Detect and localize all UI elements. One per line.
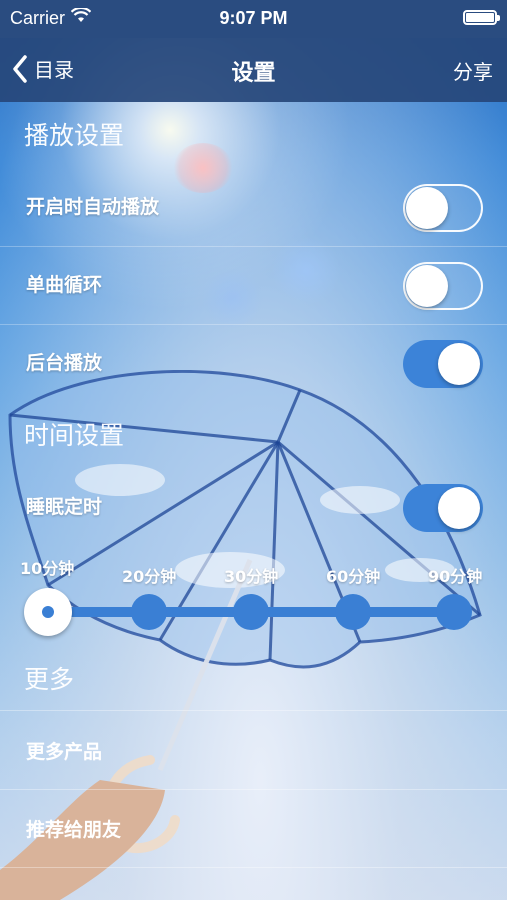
timer-option-labels: 10分钟 20分钟 30分钟 60分钟 90分钟 (0, 555, 507, 586)
setting-row-background-play: 后台播放 (0, 324, 507, 402)
repeat-one-toggle[interactable] (403, 262, 483, 310)
page-title: 设置 (231, 61, 276, 86)
timer-option-label: 20分钟 (122, 567, 177, 586)
setting-label: 开启时自动播放 (26, 196, 160, 218)
share-button[interactable]: 分享 (453, 56, 493, 85)
setting-row-autoplay: 开启时自动播放 (0, 168, 507, 247)
status-bar: Carrier 9:07 PM (0, 0, 507, 38)
setting-label: 睡眠定时 (26, 496, 103, 518)
recommend-to-friends-item[interactable]: 推荐给朋友 (0, 789, 507, 868)
toggle-knob (406, 187, 448, 229)
battery-icon (463, 10, 500, 25)
sleep-timer-slider[interactable] (24, 588, 474, 636)
list-item-label: 推荐给朋友 (26, 819, 122, 841)
toggle-knob (406, 265, 448, 307)
autoplay-toggle[interactable] (403, 184, 483, 232)
setting-row-repeat-one: 单曲循环 (0, 246, 507, 325)
slider-stop[interactable] (233, 594, 269, 630)
timer-option-label: 10分钟 (20, 559, 75, 578)
timer-option-label: 90分钟 (428, 567, 483, 586)
slider-stop[interactable] (131, 594, 167, 630)
toggle-knob (438, 343, 480, 385)
slider-stop[interactable] (436, 594, 472, 630)
timer-option-label: 30分钟 (224, 567, 279, 586)
toggle-knob (438, 487, 480, 529)
section-title-playback: 播放设置 (24, 121, 125, 150)
setting-row-sleep-timer: 睡眠定时 (0, 468, 507, 546)
background-play-toggle[interactable] (403, 340, 483, 388)
navigation-bar: 目录 设置 分享 (0, 38, 507, 102)
slider-stop[interactable] (335, 594, 371, 630)
slider-thumb[interactable] (24, 588, 72, 636)
timer-option-label: 60分钟 (326, 567, 381, 586)
more-products-item[interactable]: 更多产品 (0, 710, 507, 790)
section-title-time: 时间设置 (24, 421, 125, 450)
section-title-more: 更多 (24, 665, 75, 694)
clock: 9:07 PM (219, 8, 288, 28)
setting-label: 单曲循环 (26, 274, 103, 296)
list-item-label: 更多产品 (26, 741, 103, 763)
sleep-timer-toggle[interactable] (403, 484, 483, 532)
setting-label: 后台播放 (26, 352, 103, 374)
